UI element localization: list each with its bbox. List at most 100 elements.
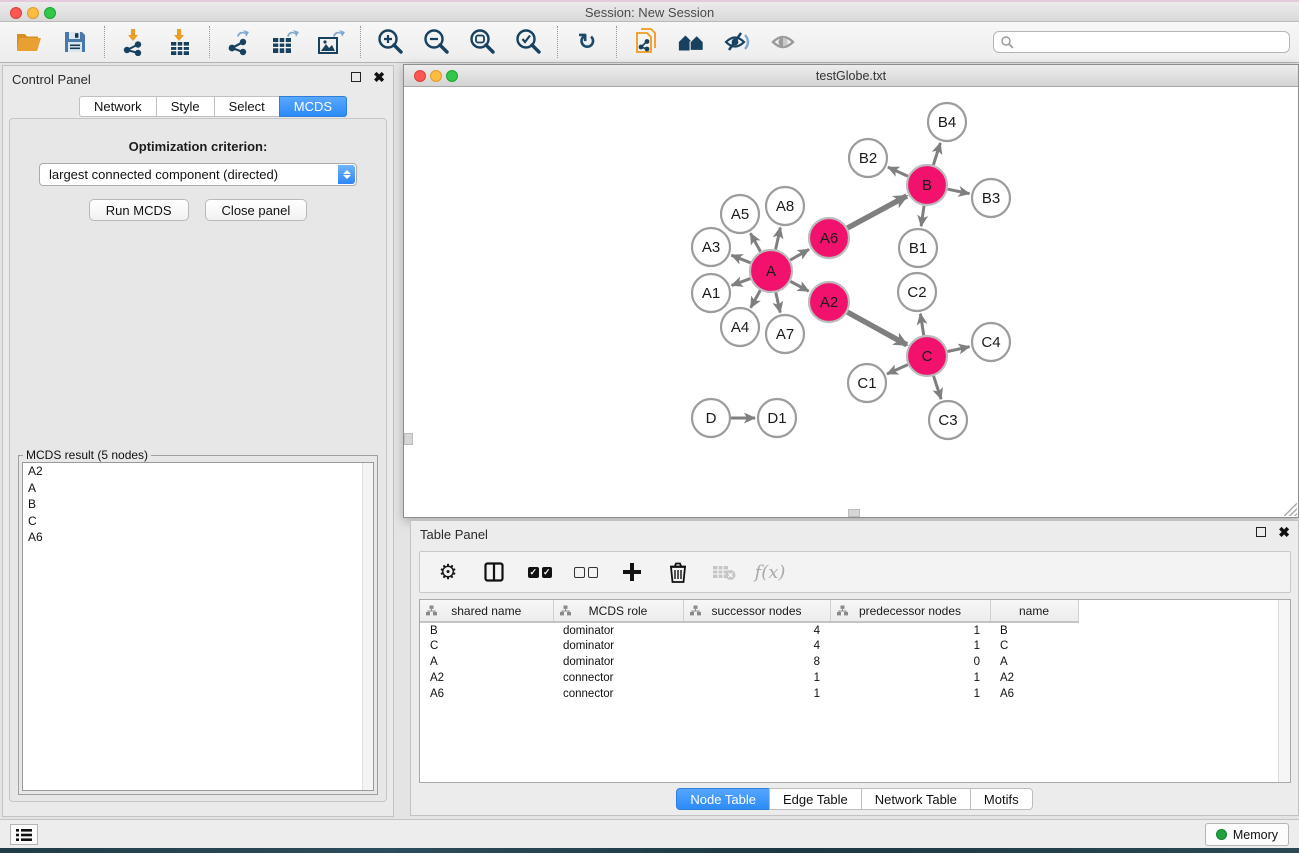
column-header-successor-nodes[interactable]: successor nodes [683,600,830,622]
cell-successor_nodes[interactable]: 1 [683,686,830,702]
close-panel-icon[interactable]: ✖ [373,72,385,82]
column-header-name[interactable]: name [990,600,1078,622]
memory-button[interactable]: Memory [1205,823,1289,846]
mcds-result-list[interactable]: A2ABCA6 [22,462,374,791]
task-history-button[interactable] [10,824,38,845]
edge-A6-B[interactable] [847,196,906,228]
export-network-icon[interactable] [224,27,254,57]
cell-predecessor_nodes[interactable]: 1 [830,622,990,638]
search-field[interactable] [993,31,1290,53]
table-row[interactable]: Cdominator41C [420,638,1282,654]
cell-shared_name[interactable]: A [420,654,553,670]
cell-predecessor_nodes[interactable]: 0 [830,654,990,670]
node-table[interactable]: shared nameMCDS rolesuccessor nodesprede… [419,599,1291,783]
close-panel-button[interactable]: Close panel [205,199,308,221]
tab-select[interactable]: Select [214,96,280,117]
cell-shared_name[interactable]: C [420,638,553,654]
column-header-MCDS-role[interactable]: MCDS role [553,600,683,622]
mcds-result-item[interactable]: A [23,480,373,497]
column-header-shared-name[interactable]: shared name [420,600,553,622]
cell-name[interactable]: C [990,638,1078,654]
cell-successor_nodes[interactable]: 4 [683,622,830,638]
edge-B-B2[interactable] [888,167,908,176]
edge-C-C2[interactable] [920,314,923,336]
save-session-icon[interactable] [60,27,90,57]
new-network-from-selection-icon[interactable] [631,27,661,57]
zoom-selected-icon[interactable] [513,27,543,57]
mcds-result-item[interactable]: B [23,496,373,513]
edge-A-A8[interactable] [776,228,781,250]
edge-C-C3[interactable] [934,376,942,399]
network-frame-titlebar[interactable]: testGlobe.txt [404,65,1298,87]
search-input[interactable] [1014,33,1289,51]
edge-C-C4[interactable] [948,347,970,352]
table-row[interactable]: Bdominator41B [420,622,1282,638]
tab-style[interactable]: Style [156,96,215,117]
cell-successor_nodes[interactable]: 8 [683,654,830,670]
mcds-result-item[interactable]: A6 [23,529,373,546]
edge-B-B1[interactable] [921,206,924,226]
cell-predecessor_nodes[interactable]: 1 [830,638,990,654]
cell-name[interactable]: B [990,622,1078,638]
tab-edge-table[interactable]: Edge Table [769,788,862,810]
cell-successor_nodes[interactable]: 1 [683,670,830,686]
refresh-icon[interactable]: ↻ [572,27,602,57]
cell-predecessor_nodes[interactable]: 1 [830,670,990,686]
mcds-list-scrollbar[interactable] [362,463,373,790]
export-table-icon[interactable] [270,27,300,57]
edge-A-A6[interactable] [790,249,809,260]
column-header-predecessor-nodes[interactable]: predecessor nodes [830,600,990,622]
tab-network-table[interactable]: Network Table [861,788,971,810]
edge-B-B3[interactable] [948,189,970,193]
cell-mcds_role[interactable]: dominator [553,622,683,638]
add-icon[interactable] [620,560,644,584]
cell-shared_name[interactable]: B [420,622,553,638]
cell-name[interactable]: A [990,654,1078,670]
show-all-icon[interactable] [769,27,799,57]
mcds-result-item[interactable]: C [23,513,373,530]
cell-mcds_role[interactable]: connector [553,686,683,702]
mcds-result-item[interactable]: A2 [23,463,373,480]
cell-shared_name[interactable]: A2 [420,670,553,686]
select-all-icon[interactable]: ✓✓ [528,560,552,584]
deselect-all-icon[interactable] [574,560,598,584]
edge-A2-C[interactable] [847,312,906,345]
tab-network[interactable]: Network [79,96,157,117]
network-canvas[interactable]: AA1A2A3A4A5A6A7A8BB1B2B3B4CC1C2C3C4DD1 [404,87,1298,517]
close-table-panel-icon[interactable]: ✖ [1278,527,1290,537]
edge-A-A2[interactable] [790,281,808,291]
float-panel-icon[interactable] [351,72,361,82]
tab-node-table[interactable]: Node Table [676,788,770,810]
table-row[interactable]: Adominator80A [420,654,1282,670]
resize-grip-icon[interactable] [1284,503,1297,516]
edge-A-A4[interactable] [751,290,761,308]
canvas-left-scrollbar[interactable] [404,433,413,445]
table-row[interactable]: A2connector11A2 [420,670,1282,686]
edge-B-B4[interactable] [933,143,940,165]
delete-table-icon[interactable] [712,560,736,584]
edge-A-A5[interactable] [751,233,761,251]
cell-mcds_role[interactable]: dominator [553,638,683,654]
cell-name[interactable]: A6 [990,686,1078,702]
first-neighbors-icon[interactable] [677,27,707,57]
import-table-icon[interactable] [165,27,195,57]
settings-gear-icon[interactable]: ⚙ [436,560,460,584]
canvas-bottom-scrollbar[interactable] [848,509,860,517]
edge-C-C1[interactable] [887,365,908,374]
cell-name[interactable]: A2 [990,670,1078,686]
hide-selected-icon[interactable] [723,27,753,57]
table-scrollbar[interactable] [1278,600,1290,782]
function-builder-icon[interactable]: f(x) [758,560,782,584]
run-mcds-button[interactable]: Run MCDS [89,199,189,221]
open-file-icon[interactable] [14,27,44,57]
show-column-icon[interactable] [482,560,506,584]
zoom-out-icon[interactable] [421,27,451,57]
cell-mcds_role[interactable]: dominator [553,654,683,670]
zoom-in-icon[interactable] [375,27,405,57]
edge-A-A7[interactable] [776,292,780,312]
cell-predecessor_nodes[interactable]: 1 [830,686,990,702]
delete-icon[interactable] [666,560,690,584]
cell-shared_name[interactable]: A6 [420,686,553,702]
tab-motifs[interactable]: Motifs [970,788,1033,810]
tab-mcds[interactable]: MCDS [279,96,347,117]
